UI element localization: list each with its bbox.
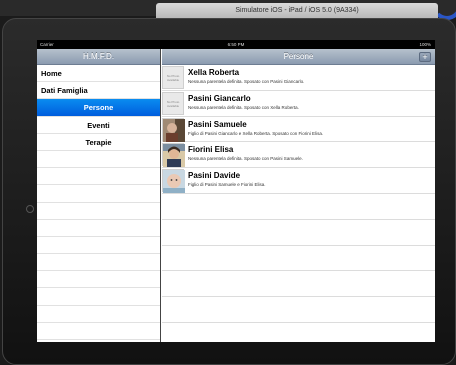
portrait-photo-icon [163, 118, 185, 142]
baby-photo-icon [163, 170, 185, 194]
master-navbar: H.M.F.D. [37, 49, 160, 65]
empty-row [162, 297, 435, 323]
person-photo [162, 143, 185, 168]
menu-item-events[interactable]: Eventi [37, 117, 160, 134]
empty-row [162, 271, 435, 298]
person-name: Pasini Davide [188, 171, 241, 181]
person-row[interactable]: Fiorini Elisa Nessuna parentela definita… [162, 142, 435, 169]
empty-row [37, 306, 160, 323]
empty-row [37, 220, 160, 237]
person-name: Pasini Giancarlo [188, 93, 251, 103]
person-photo [162, 117, 185, 142]
person-row[interactable]: No Photo Available Xella Roberta Nessuna… [162, 65, 435, 91]
clock: 6:50 PM [227, 42, 245, 47]
simulator-window: Simulatore iOS - iPad / iOS 5.0 (9A334) … [0, 0, 456, 365]
person-description: Nessuna parentela definita. Sposato con … [188, 156, 303, 162]
empty-row [37, 151, 160, 169]
menu-item-family-data[interactable]: Dati Famiglia [37, 82, 160, 100]
empty-row [37, 237, 160, 255]
person-description: Figlio di Pasini Giancarlo e Xella Rober… [188, 130, 324, 136]
empty-row [37, 288, 160, 306]
person-name: Fiorini Elisa [188, 145, 234, 155]
empty-row [37, 254, 160, 272]
person-name: Xella Roberta [188, 68, 240, 77]
person-name: Pasini Samuele [188, 119, 247, 129]
person-photo [162, 169, 185, 194]
empty-row [37, 185, 160, 203]
empty-row [37, 168, 160, 186]
master-title: H.M.F.D. [82, 52, 115, 61]
no-photo-thumbnail: No Photo Available [162, 66, 184, 89]
person-description: Figlio di Pasini Samuele e Fiorini Elisa… [188, 182, 266, 188]
detail-title: Persone [283, 52, 314, 61]
window-title: Simulatore iOS - iPad / iOS 5.0 (9A334) [156, 3, 438, 18]
status-bar: Carrier 6:50 PM 100% [37, 40, 435, 49]
portrait-photo-icon [163, 144, 185, 168]
no-photo-thumbnail: No Photo Available [162, 91, 184, 115]
empty-row [162, 220, 435, 246]
person-description: Nessuna parentela definita. Sposato con … [188, 79, 305, 84]
empty-row [37, 271, 160, 289]
master-panel: H.M.F.D. Home Dati Famiglia Persone Even… [37, 49, 161, 342]
detail-navbar: Persone + [162, 49, 435, 65]
person-description: Nessuna parentela definita. Sposato con … [188, 104, 299, 110]
battery-label: 100% [419, 42, 431, 47]
empty-row [162, 194, 435, 220]
empty-row [162, 246, 435, 272]
empty-row [37, 323, 160, 340]
person-row[interactable]: Pasini Samuele Figlio di Pasini Giancarl… [162, 117, 435, 143]
person-row[interactable]: Pasini Davide Figlio di Pasini Samuele e… [162, 168, 435, 194]
menu-item-home[interactable]: Home [37, 65, 160, 83]
ipad-screen: Carrier 6:50 PM 100% H.M.F.D. Home Dati … [37, 40, 435, 342]
detail-panel: Persone + No Photo Available Xella Rober… [162, 49, 435, 342]
person-row[interactable]: No Photo Available Pasini Giancarlo Ness… [162, 91, 435, 117]
home-button-icon[interactable] [26, 205, 34, 213]
empty-row [162, 323, 435, 342]
add-person-button[interactable]: + [419, 52, 431, 62]
menu-item-people[interactable]: Persone [37, 99, 160, 117]
menu-item-therapies[interactable]: Terapie [37, 134, 160, 151]
empty-row [37, 203, 160, 220]
